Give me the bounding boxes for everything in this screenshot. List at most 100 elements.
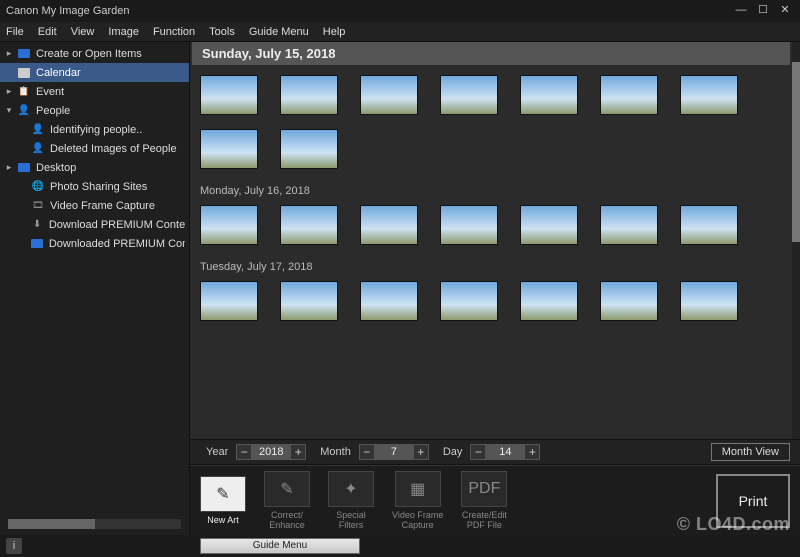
month-plus-button[interactable]: + xyxy=(413,444,429,460)
day-plus-button[interactable]: + xyxy=(524,444,540,460)
image-thumbnail[interactable] xyxy=(360,205,418,245)
menu-bar: File Edit View Image Function Tools Guid… xyxy=(0,22,800,42)
vertical-scroll-thumb[interactable] xyxy=(792,62,800,242)
vertical-scrollbar[interactable] xyxy=(792,42,800,439)
toolbar: ✎New Art ✎Correct/ Enhance ✦Special Filter… xyxy=(190,465,800,535)
menu-image[interactable]: Image xyxy=(108,26,139,38)
sidebar-item[interactable]: ▸Event xyxy=(0,82,189,101)
image-thumbnail[interactable] xyxy=(440,281,498,321)
menu-view[interactable]: View xyxy=(71,26,95,38)
sidebar-item[interactable]: Identifying people.. xyxy=(0,120,189,139)
sidebar-item[interactable]: Video Frame Capture xyxy=(0,196,189,215)
tool-button[interactable]: ▦Video Frame Capture xyxy=(392,471,443,530)
date-subheader: Monday, July 16, 2018 xyxy=(190,183,792,205)
tool-icon: ✎ xyxy=(200,476,246,512)
people-icon xyxy=(16,104,32,118)
tool-button[interactable]: ✎New Art xyxy=(200,476,246,525)
calendar-icon xyxy=(16,66,32,80)
tool-button[interactable]: PDF Create/Edit PDF File xyxy=(461,471,507,530)
thumb-row xyxy=(190,205,792,259)
tree-arrow-icon: ▸ xyxy=(4,162,14,173)
sidebar-item-label: Deleted Images of People xyxy=(50,143,177,155)
image-thumbnail[interactable] xyxy=(520,281,578,321)
image-thumbnail[interactable] xyxy=(680,205,738,245)
minimize-button[interactable]: — xyxy=(732,4,750,18)
image-thumbnail[interactable] xyxy=(680,75,738,115)
image-thumbnail[interactable] xyxy=(200,281,258,321)
folder-icon xyxy=(16,47,32,61)
year-minus-button[interactable]: − xyxy=(236,444,252,460)
menu-edit[interactable]: Edit xyxy=(38,26,57,38)
thumb-row xyxy=(190,129,792,183)
year-value: 2018 xyxy=(252,444,290,460)
sidebar: ▸Create or Open Items Calendar ▸Event ▾ Peop… xyxy=(0,42,190,535)
menu-function[interactable]: Function xyxy=(153,26,195,38)
image-thumbnail[interactable] xyxy=(440,205,498,245)
close-button[interactable]: ✕ xyxy=(776,4,794,18)
maximize-button[interactable]: ☐ xyxy=(754,4,772,18)
tree-arrow-icon: ▾ xyxy=(4,105,14,116)
event-icon xyxy=(16,85,32,99)
year-label: Year xyxy=(206,446,228,458)
image-thumbnail[interactable] xyxy=(200,75,258,115)
day-minus-button[interactable]: − xyxy=(470,444,486,460)
print-button[interactable]: Print xyxy=(716,474,790,528)
image-thumbnail[interactable] xyxy=(520,75,578,115)
sidebar-item-label: People xyxy=(36,105,70,117)
menu-guide[interactable]: Guide Menu xyxy=(249,26,309,38)
sidebar-item[interactable]: ▾ People xyxy=(0,101,189,120)
image-thumbnail[interactable] xyxy=(600,75,658,115)
tool-icon: ✦ xyxy=(328,471,374,507)
sidebar-item[interactable]: Calendar xyxy=(0,63,189,82)
date-bar: Year − 2018 + Month − 7 + Day − 14 + xyxy=(190,439,800,465)
guide-menu-button[interactable]: Guide Menu xyxy=(200,538,360,554)
sidebar-item-label: Download PREMIUM Conten xyxy=(49,219,185,231)
sidebar-item-label: Desktop xyxy=(36,162,76,174)
image-thumbnail[interactable] xyxy=(200,129,258,169)
tool-icon: ✎ xyxy=(264,471,310,507)
tool-label: Video Frame Capture xyxy=(392,510,443,530)
menu-file[interactable]: File xyxy=(6,26,24,38)
month-label: Month xyxy=(320,446,351,458)
sidebar-item[interactable]: Downloaded PREMIUM Cont xyxy=(0,234,189,253)
folder-icon xyxy=(30,237,45,251)
sidebar-item-label: Identifying people.. xyxy=(50,124,142,136)
sidebar-h-scroll-thumb[interactable] xyxy=(8,519,95,529)
sidebar-item-label: Calendar xyxy=(36,67,81,79)
month-view-button[interactable]: Month View xyxy=(711,443,790,461)
window-title: Canon My Image Garden xyxy=(6,5,732,17)
tool-icon: PDF xyxy=(461,471,507,507)
image-thumbnail[interactable] xyxy=(280,129,338,169)
sidebar-item[interactable]: ▸ Desktop xyxy=(0,158,189,177)
image-thumbnail[interactable] xyxy=(600,205,658,245)
image-thumbnail[interactable] xyxy=(600,281,658,321)
image-thumbnail[interactable] xyxy=(360,75,418,115)
month-minus-button[interactable]: − xyxy=(359,444,375,460)
sidebar-item-label: Downloaded PREMIUM Cont xyxy=(49,238,185,250)
tool-button[interactable]: ✦Special Filters xyxy=(328,471,374,530)
sidebar-item[interactable]: Photo Sharing Sites xyxy=(0,177,189,196)
year-plus-button[interactable]: + xyxy=(290,444,306,460)
image-thumbnail[interactable] xyxy=(200,205,258,245)
image-thumbnail[interactable] xyxy=(280,205,338,245)
date-header: Sunday, July 15, 2018 xyxy=(192,42,790,65)
sidebar-item[interactable]: Download PREMIUM Conten xyxy=(0,215,189,234)
image-thumbnail[interactable] xyxy=(520,205,578,245)
image-thumbnail[interactable] xyxy=(280,281,338,321)
menu-help[interactable]: Help xyxy=(323,26,346,38)
image-thumbnail[interactable] xyxy=(440,75,498,115)
image-thumbnail[interactable] xyxy=(280,75,338,115)
nav-tree: ▸Create or Open Items Calendar ▸Event ▾ Peop… xyxy=(0,42,189,519)
day-label: Day xyxy=(443,446,463,458)
sidebar-item[interactable]: Deleted Images of People xyxy=(0,139,189,158)
sidebar-item[interactable]: ▸Create or Open Items xyxy=(0,44,189,63)
menu-tools[interactable]: Tools xyxy=(209,26,235,38)
sidebar-h-scrollbar[interactable] xyxy=(8,519,181,529)
film-icon xyxy=(30,199,46,213)
sidebar-item-label: Photo Sharing Sites xyxy=(50,181,147,193)
info-icon[interactable]: i xyxy=(6,538,22,554)
tool-label: Create/Edit PDF File xyxy=(462,510,507,530)
image-thumbnail[interactable] xyxy=(360,281,418,321)
tool-button[interactable]: ✎Correct/ Enhance xyxy=(264,471,310,530)
image-thumbnail[interactable] xyxy=(680,281,738,321)
